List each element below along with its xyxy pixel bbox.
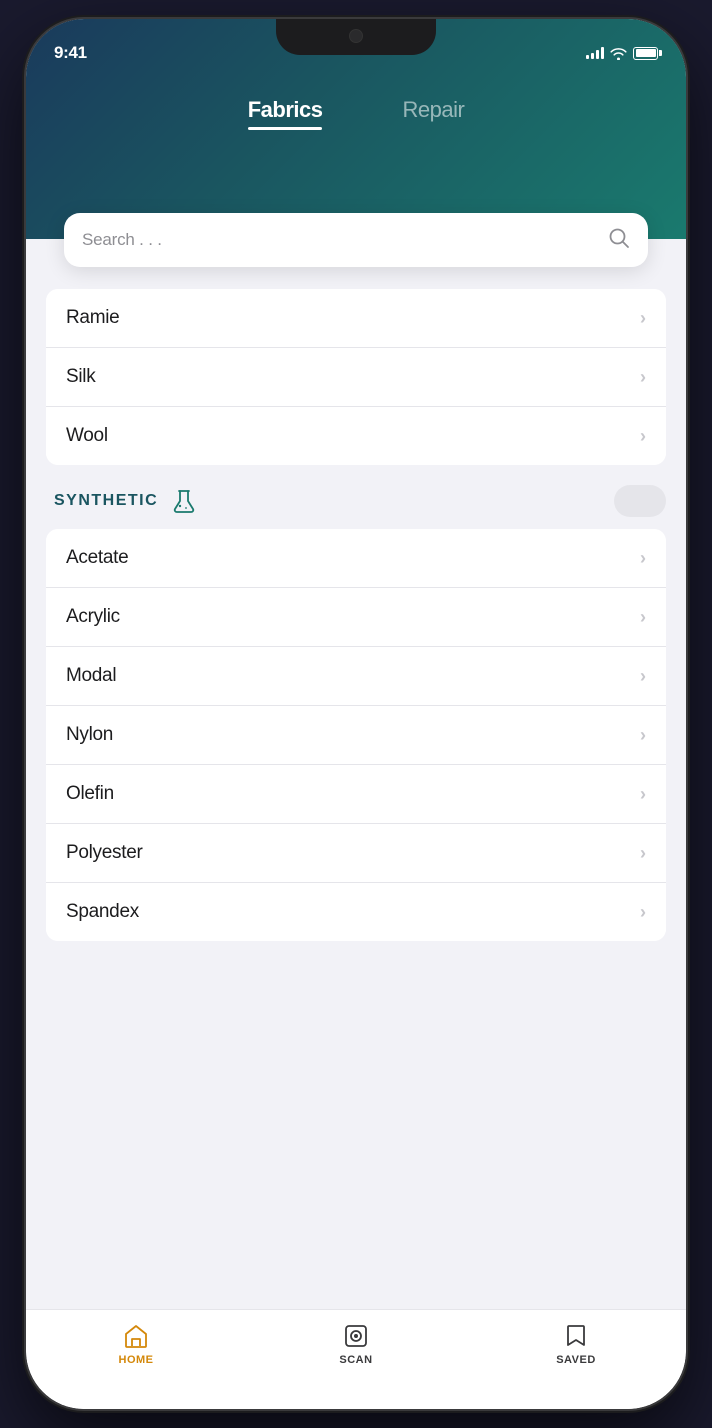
list-item-modal[interactable]: Modal › <box>46 647 666 706</box>
battery-icon <box>633 47 658 60</box>
camera <box>349 29 363 43</box>
content-area: Ramie › Silk › Wool › SYNTHETIC <box>26 239 686 1309</box>
search-placeholder: Search . . . <box>82 230 608 250</box>
acrylic-label: Acrylic <box>66 606 120 628</box>
tab-repair[interactable]: Repair <box>362 89 504 138</box>
tab-bar: Fabrics Repair <box>26 79 686 138</box>
ramie-label: Ramie <box>66 307 119 329</box>
signal-icon <box>586 47 604 59</box>
search-icon <box>608 227 630 254</box>
olefin-chevron: › <box>640 784 646 805</box>
acrylic-chevron: › <box>640 607 646 628</box>
saved-label: SAVED <box>556 1354 596 1366</box>
tab-repair-label: Repair <box>402 97 464 123</box>
wool-label: Wool <box>66 425 108 447</box>
status-time: 9:41 <box>54 43 87 63</box>
nav-home[interactable]: HOME <box>96 1322 176 1366</box>
list-item-acetate[interactable]: Acetate › <box>46 529 666 588</box>
phone-frame: 9:41 Fabrics <box>26 19 686 1409</box>
spandex-chevron: › <box>640 902 646 923</box>
flask-icon <box>170 487 198 515</box>
nav-scan[interactable]: SCAN <box>316 1322 396 1366</box>
list-item-ramie[interactable]: Ramie › <box>46 289 666 348</box>
modal-chevron: › <box>640 666 646 687</box>
list-item-olefin[interactable]: Olefin › <box>46 765 666 824</box>
acetate-label: Acetate <box>66 547 128 569</box>
saved-icon <box>562 1322 590 1350</box>
search-bar[interactable]: Search . . . <box>64 213 648 267</box>
list-item-polyester[interactable]: Polyester › <box>46 824 666 883</box>
scan-label: SCAN <box>339 1354 372 1366</box>
bottom-nav: HOME SCAN SAVED <box>26 1309 686 1409</box>
ramie-chevron: › <box>640 308 646 329</box>
nylon-chevron: › <box>640 725 646 746</box>
list-item-wool[interactable]: Wool › <box>46 407 666 465</box>
tab-fabrics[interactable]: Fabrics <box>208 89 363 138</box>
home-label: HOME <box>119 1354 154 1366</box>
list-item-acrylic[interactable]: Acrylic › <box>46 588 666 647</box>
polyester-chevron: › <box>640 843 646 864</box>
synthetic-toggle[interactable] <box>614 485 666 517</box>
search-container: Search . . . <box>64 213 648 267</box>
natural-fabric-list: Ramie › Silk › Wool › <box>46 289 666 465</box>
polyester-label: Polyester <box>66 842 143 864</box>
wool-chevron: › <box>640 426 646 447</box>
notch <box>276 19 436 55</box>
list-item-nylon[interactable]: Nylon › <box>46 706 666 765</box>
list-item-spandex[interactable]: Spandex › <box>46 883 666 941</box>
nylon-label: Nylon <box>66 724 113 746</box>
list-item-silk[interactable]: Silk › <box>46 348 666 407</box>
olefin-label: Olefin <box>66 783 114 805</box>
nav-saved[interactable]: SAVED <box>536 1322 616 1366</box>
wifi-icon <box>610 47 627 60</box>
synthetic-section-header: SYNTHETIC <box>26 465 686 529</box>
home-icon <box>122 1322 150 1350</box>
scan-icon <box>342 1322 370 1350</box>
spandex-label: Spandex <box>66 901 139 923</box>
acetate-chevron: › <box>640 548 646 569</box>
phone-screen: Fabrics Repair Search . . . <box>26 19 686 1409</box>
modal-label: Modal <box>66 665 116 687</box>
tab-fabrics-label: Fabrics <box>248 97 323 123</box>
synthetic-title: SYNTHETIC <box>54 492 158 510</box>
synthetic-fabric-list: Acetate › Acrylic › Modal › Nylon › Olef… <box>46 529 666 941</box>
silk-label: Silk <box>66 366 95 388</box>
status-icons <box>586 47 658 60</box>
silk-chevron: › <box>640 367 646 388</box>
